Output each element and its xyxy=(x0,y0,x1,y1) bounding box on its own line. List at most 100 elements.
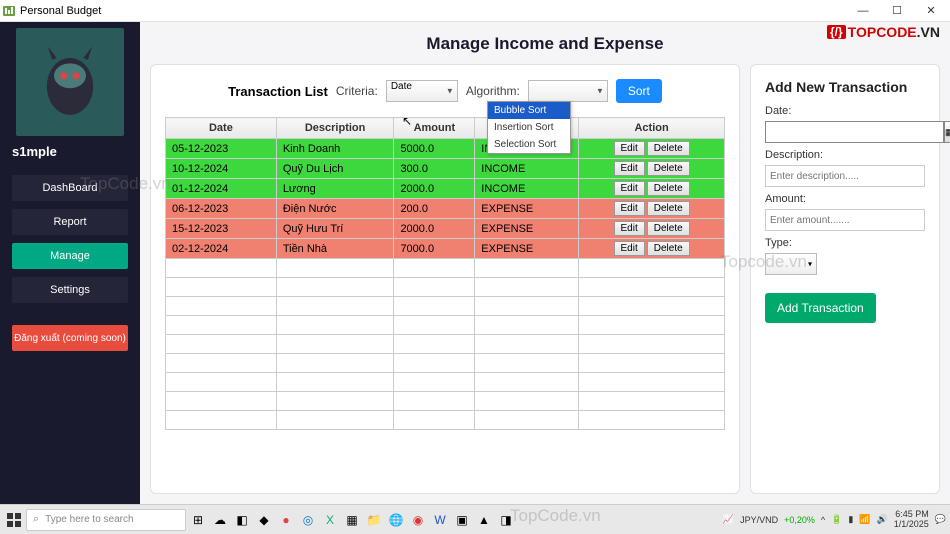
start-button[interactable] xyxy=(4,510,24,530)
table-cell: Lương xyxy=(276,179,394,199)
table-row: 01-12-2024Lương2000.0INCOMEEditDelete xyxy=(166,179,725,199)
dropdown-option[interactable]: Bubble Sort xyxy=(488,102,570,119)
delete-button[interactable]: Delete xyxy=(647,201,690,216)
table-row-empty xyxy=(166,392,725,411)
username: s1mple xyxy=(0,144,57,159)
delete-button[interactable]: Delete xyxy=(647,241,690,256)
taskbar-app[interactable]: ◎ xyxy=(298,509,318,531)
sidebar-item-settings[interactable]: Settings xyxy=(12,277,128,303)
titlebar: Personal Budget — ☐ ✕ xyxy=(0,0,950,22)
table-cell: INCOME xyxy=(475,179,579,199)
table-header[interactable]: Action xyxy=(579,118,725,139)
maximize-button[interactable]: ☐ xyxy=(880,0,914,22)
taskbar-app[interactable]: 🌐 xyxy=(386,509,406,531)
table-row: 02-12-2024Tiền Nhà7000.0EXPENSEEditDelet… xyxy=(166,239,725,259)
delete-button[interactable]: Delete xyxy=(647,161,690,176)
edit-button[interactable]: Edit xyxy=(614,201,645,216)
system-tray[interactable]: 📈JPY/VND+0,20% ^ 🔋 ▮ 📶 🔊 6:45 PM1/1/2025… xyxy=(723,510,946,530)
app-icon xyxy=(2,4,16,18)
transaction-table: DateDescriptionAmountTypeAction 05-12-20… xyxy=(165,117,725,430)
taskbar-app[interactable]: ▣ xyxy=(452,509,472,531)
table-cell: Tiền Nhà xyxy=(276,239,394,259)
taskbar-app[interactable]: ◨ xyxy=(496,509,516,531)
sidebar-item-report[interactable]: Report xyxy=(12,209,128,235)
logout-button[interactable]: Đăng xuất (coming soon) xyxy=(12,325,128,351)
table-row-empty xyxy=(166,373,725,392)
table-header[interactable]: Amount xyxy=(394,118,475,139)
task-view-icon[interactable]: ⊞ xyxy=(188,509,208,531)
table-cell: Kinh Doanh xyxy=(276,139,394,159)
type-combo[interactable]: ▾ xyxy=(765,253,817,275)
table-header[interactable]: Description xyxy=(276,118,394,139)
edit-button[interactable]: Edit xyxy=(614,181,645,196)
algo-label: Algorithm: xyxy=(466,84,520,98)
close-button[interactable]: ✕ xyxy=(914,0,948,22)
dropdown-option[interactable]: Selection Sort xyxy=(488,136,570,153)
description-input[interactable] xyxy=(765,165,925,187)
amount-input[interactable] xyxy=(765,209,925,231)
action-cell: EditDelete xyxy=(579,239,725,259)
table-cell: EXPENSE xyxy=(475,239,579,259)
table-row-empty xyxy=(166,411,725,430)
chevron-down-icon: ▼ xyxy=(446,87,454,96)
edit-button[interactable]: Edit xyxy=(614,161,645,176)
taskbar-search[interactable]: ⌕Type here to search xyxy=(26,509,186,531)
taskbar-app[interactable]: ◉ xyxy=(408,509,428,531)
taskbar-app[interactable]: ● xyxy=(276,509,296,531)
delete-button[interactable]: Delete xyxy=(647,181,690,196)
add-transaction-button[interactable]: Add Transaction xyxy=(765,293,876,323)
date-label: Date: xyxy=(765,105,925,117)
sidebar-item-dashboard[interactable]: DashBoard xyxy=(12,175,128,201)
table-row: 05-12-2023Kinh Doanh5000.0INCOMEEditDele… xyxy=(166,139,725,159)
type-label: Type: xyxy=(765,237,925,249)
search-icon: ⌕ xyxy=(33,513,39,526)
dropdown-option[interactable]: Insertion Sort xyxy=(488,119,570,136)
sidebar-item-manage[interactable]: Manage xyxy=(12,243,128,269)
sort-button[interactable]: Sort xyxy=(616,79,662,103)
volume-icon[interactable]: 🔊 xyxy=(877,514,888,525)
algorithm-dropdown: Bubble Sort Insertion Sort Selection Sor… xyxy=(487,101,571,154)
window-title: Personal Budget xyxy=(20,5,101,17)
table-cell: 05-12-2023 xyxy=(166,139,277,159)
table-cell: EXPENSE xyxy=(475,199,579,219)
list-label: Transaction List xyxy=(228,84,328,99)
notification-icon[interactable]: 💬 xyxy=(935,514,946,525)
tray-up-icon[interactable]: ^ xyxy=(821,515,825,525)
taskbar-app[interactable]: 📁 xyxy=(364,509,384,531)
battery-icon[interactable]: 🔋 xyxy=(831,514,842,525)
filter-row: Transaction List Criteria: Date▼ Algorit… xyxy=(165,79,725,103)
taskbar-app[interactable]: ▦ xyxy=(342,509,362,531)
action-cell: EditDelete xyxy=(579,179,725,199)
table-cell: 300.0 xyxy=(394,159,475,179)
table-cell: 7000.0 xyxy=(394,239,475,259)
calendar-icon[interactable]: ▦ xyxy=(944,121,950,143)
taskbar: ⌕Type here to search ⊞ ☁ ◧ ◆ ● ◎ X ▦ 📁 🌐… xyxy=(0,504,950,534)
criteria-combo[interactable]: Date▼ xyxy=(386,80,458,102)
taskbar-app[interactable]: ▲ xyxy=(474,509,494,531)
algorithm-combo[interactable]: ▼ xyxy=(528,80,608,102)
taskbar-app[interactable]: ◧ xyxy=(232,509,252,531)
edit-button[interactable]: Edit xyxy=(614,141,645,156)
edit-button[interactable]: Edit xyxy=(614,241,645,256)
edit-button[interactable]: Edit xyxy=(614,221,645,236)
action-cell: EditDelete xyxy=(579,159,725,179)
chevron-down-icon: ▼ xyxy=(596,87,604,96)
date-input[interactable] xyxy=(765,121,944,143)
network-icon[interactable]: ▮ xyxy=(848,514,853,525)
table-cell: 5000.0 xyxy=(394,139,475,159)
delete-button[interactable]: Delete xyxy=(647,141,690,156)
taskbar-app[interactable]: X xyxy=(320,509,340,531)
avatar xyxy=(16,28,124,136)
table-row-empty xyxy=(166,316,725,335)
taskbar-app[interactable]: W xyxy=(430,509,450,531)
minimize-button[interactable]: — xyxy=(846,0,880,22)
delete-button[interactable]: Delete xyxy=(647,221,690,236)
taskbar-clock[interactable]: 6:45 PM1/1/2025 xyxy=(894,510,929,530)
table-row-empty xyxy=(166,335,725,354)
table-cell: 01-12-2024 xyxy=(166,179,277,199)
taskbar-app[interactable]: ☁ xyxy=(210,509,230,531)
table-header[interactable]: Date xyxy=(166,118,277,139)
wifi-icon[interactable]: 📶 xyxy=(859,514,870,525)
taskbar-app[interactable]: ◆ xyxy=(254,509,274,531)
criteria-label: Criteria: xyxy=(336,84,378,98)
